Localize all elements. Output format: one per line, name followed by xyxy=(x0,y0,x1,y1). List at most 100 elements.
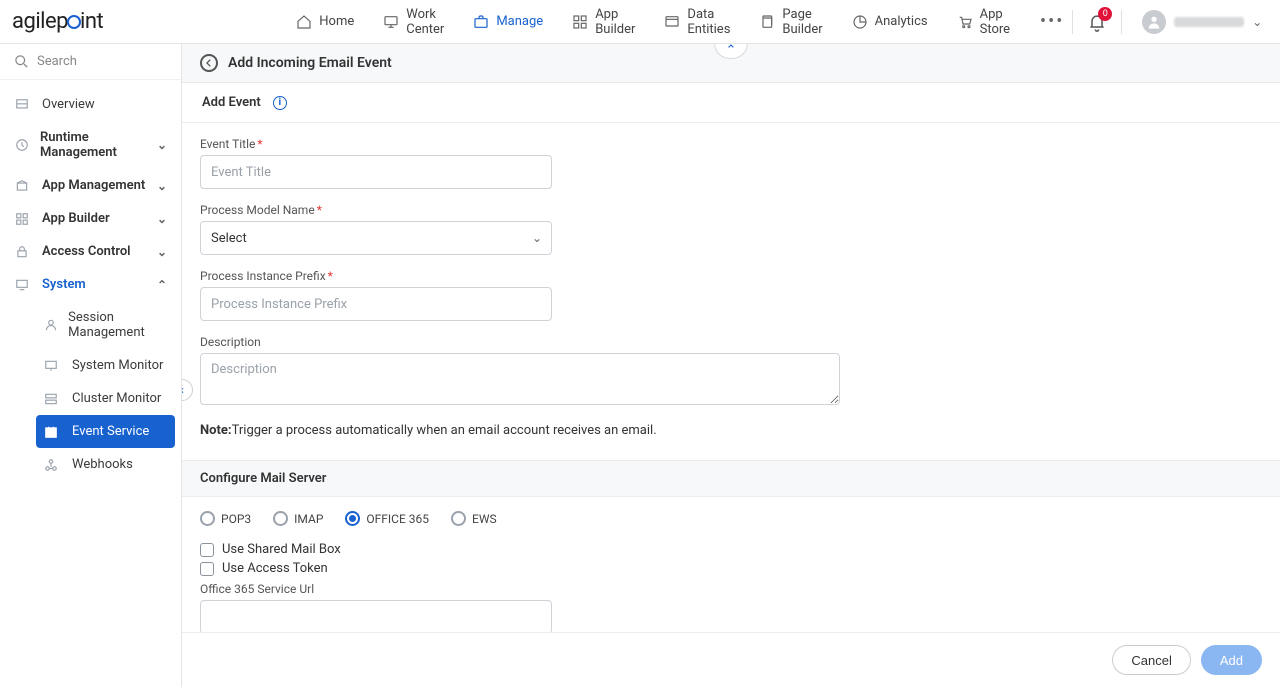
process-model-select[interactable]: Select xyxy=(200,221,552,255)
nav-manage[interactable]: Manage xyxy=(460,8,555,36)
monitor-icon xyxy=(382,14,400,30)
brand-logo: agilepint xyxy=(12,9,103,34)
field-o365-url: Office 365 Service Url xyxy=(200,582,1262,634)
back-button[interactable] xyxy=(200,54,218,72)
nav-app-builder[interactable]: App Builder xyxy=(559,1,647,43)
sidebar-search[interactable]: Search xyxy=(0,44,181,80)
checkbox-icon xyxy=(200,543,214,557)
divider xyxy=(1072,10,1073,34)
page-title: Add Incoming Email Event xyxy=(228,55,392,71)
sidebar-item-monitor[interactable]: System Monitor xyxy=(30,349,181,382)
info-icon[interactable]: i xyxy=(273,96,287,110)
sidebar-group: Overview Runtime Management ⌄ App Manage… xyxy=(0,80,181,489)
nav-label: App Store xyxy=(980,7,1010,37)
o365-url-label: Office 365 Service Url xyxy=(200,582,1262,596)
required-mark: * xyxy=(328,269,333,283)
o365-url-input[interactable] xyxy=(200,600,552,634)
sidebar-item-system[interactable]: System ⌃ xyxy=(0,268,181,301)
grid-icon xyxy=(571,14,589,30)
form-add-event: Event Title* Process Model Name* Select … xyxy=(182,123,1280,456)
avatar-icon xyxy=(1142,10,1166,34)
nav-label: Analytics xyxy=(875,14,928,29)
search-placeholder: Search xyxy=(37,54,77,69)
field-prefix: Process Instance Prefix* xyxy=(200,269,1262,321)
nav-label: Home xyxy=(319,14,354,29)
servers-icon xyxy=(44,392,62,406)
mail-section-header: Configure Mail Server xyxy=(182,460,1280,497)
field-process-model: Process Model Name* Select ⌄ xyxy=(200,203,1262,255)
sidebar-item-label: Overview xyxy=(42,97,95,112)
radio-label: POP3 xyxy=(221,512,251,526)
sidebar-item-label: Event Service xyxy=(72,424,149,439)
chevron-down-icon: ⌄ xyxy=(157,138,167,152)
cart-icon xyxy=(956,14,974,30)
box-icon xyxy=(14,179,32,193)
checkbox-access-token[interactable]: Use Access Token xyxy=(200,559,1262,578)
home-icon xyxy=(295,14,313,30)
sidebar-item-label: App Management xyxy=(42,178,145,193)
lock-icon xyxy=(14,245,32,259)
chevron-down-icon: ⌄ xyxy=(157,212,167,226)
tab-add-event[interactable]: Add Event xyxy=(200,91,263,114)
event-title-input[interactable] xyxy=(200,155,552,189)
sidebar-item-label: App Builder xyxy=(42,211,110,226)
field-description: Description xyxy=(200,335,1262,409)
nav-app-store[interactable]: App Store xyxy=(944,1,1022,43)
nav-data-entities[interactable]: Data Entities xyxy=(651,1,742,43)
sidebar-item-cluster[interactable]: Cluster Monitor xyxy=(30,382,181,415)
description-textarea[interactable] xyxy=(200,353,840,405)
grid-icon xyxy=(14,212,32,226)
notif-badge: 0 xyxy=(1098,7,1112,21)
nav-more[interactable]: ••• xyxy=(1032,7,1072,36)
sidebar-item-overview[interactable]: Overview xyxy=(0,88,181,121)
system-icon xyxy=(14,278,32,292)
radio-imap[interactable]: IMAP xyxy=(273,511,323,526)
monitor-icon xyxy=(44,359,62,373)
radio-label: IMAP xyxy=(294,512,323,526)
sidebar-item-event-service[interactable]: Event Service xyxy=(36,415,175,448)
process-model-value: Select xyxy=(211,231,247,246)
sidebar-item-app-builder[interactable]: App Builder ⌄ xyxy=(0,202,181,235)
dashboard-icon xyxy=(14,98,32,112)
description-label: Description xyxy=(200,335,1262,349)
chevron-up-icon: ⌃ xyxy=(157,278,167,292)
sidebar-item-label: System Monitor xyxy=(72,358,163,373)
nav-page-builder[interactable]: Page Builder xyxy=(746,1,834,43)
sidebar-item-webhooks[interactable]: Webhooks xyxy=(30,448,181,481)
topbar-right: 0 ⌄ xyxy=(1072,6,1268,38)
checkbox-label: Use Shared Mail Box xyxy=(222,542,341,557)
clock-icon xyxy=(14,138,30,152)
radio-pop3[interactable]: POP3 xyxy=(200,511,251,526)
nav-work-center[interactable]: Work Center xyxy=(370,1,456,43)
sidebar-item-label: Webhooks xyxy=(72,457,133,472)
notifications-button[interactable]: 0 xyxy=(1087,12,1107,32)
top-bar: agilepint Home Work Center Manage App Bu… xyxy=(0,0,1280,44)
nav-home[interactable]: Home xyxy=(283,8,366,36)
sidebar-item-label: System xyxy=(42,277,86,292)
add-button[interactable]: Add xyxy=(1201,645,1262,675)
copy-icon xyxy=(758,14,776,30)
checkbox-shared-mailbox[interactable]: Use Shared Mail Box xyxy=(200,540,1262,559)
sidebar-item-app-mgmt[interactable]: App Management ⌄ xyxy=(0,169,181,202)
radio-office365[interactable]: OFFICE 365 xyxy=(345,511,429,526)
nav-label: App Builder xyxy=(595,7,635,37)
sidebar-item-label: Session Management xyxy=(68,310,167,340)
cancel-button[interactable]: Cancel xyxy=(1112,645,1190,675)
form-footer: Cancel Add xyxy=(182,632,1280,687)
pie-icon xyxy=(851,14,869,30)
nav-label: Page Builder xyxy=(782,7,822,37)
radio-label: EWS xyxy=(472,512,497,526)
radio-ews[interactable]: EWS xyxy=(451,511,497,526)
prefix-input[interactable] xyxy=(200,287,552,321)
sidebar-item-access[interactable]: Access Control ⌄ xyxy=(0,235,181,268)
user-menu[interactable]: ⌄ xyxy=(1136,6,1268,38)
nav-label: Manage xyxy=(496,14,543,29)
required-mark: * xyxy=(317,203,322,217)
event-title-label: Event Title* xyxy=(200,137,1262,151)
nav-analytics[interactable]: Analytics xyxy=(839,8,940,36)
sidebar-item-session[interactable]: Session Management xyxy=(30,301,181,349)
sidebar-item-runtime[interactable]: Runtime Management ⌄ xyxy=(0,121,181,169)
user-icon xyxy=(44,318,58,332)
checkbox-icon xyxy=(200,562,214,576)
prefix-label: Process Instance Prefix* xyxy=(200,269,1262,283)
